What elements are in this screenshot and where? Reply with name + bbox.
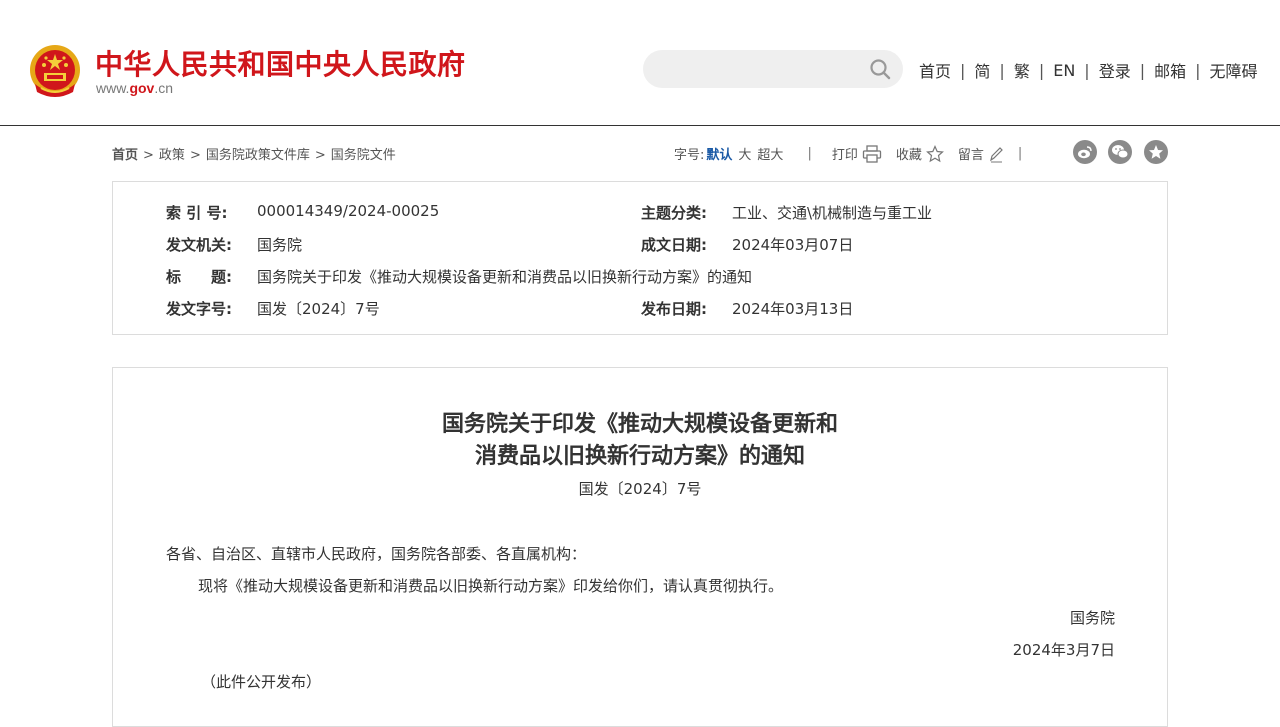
favorite-label: 收藏 [895, 148, 922, 163]
site-domain: www.gov.cn [96, 80, 173, 96]
doc-number-value: 国发〔2024〕7号 [257, 300, 380, 318]
nav-login[interactable]: 登录 [1099, 58, 1131, 82]
index-value: 000014349/2024-00025 [257, 202, 440, 220]
nav-simplified[interactable]: 简 [974, 58, 990, 82]
document-title-line-1: 国务院关于印发《推动大规模设备更新和 [441, 412, 838, 437]
share-qzone-button[interactable] [1144, 140, 1168, 164]
font-size-default[interactable]: 默认 [706, 144, 732, 163]
nav-separator: | [1084, 60, 1090, 80]
nav-accessibility[interactable]: 无障碍 [1210, 58, 1258, 82]
tools-divider: | [807, 146, 812, 161]
print-button[interactable]: 打印 [832, 144, 882, 163]
toolbar: 首页 > 政策 > 国务院政策文件库 > 国务院文件 字号: 默认 大 超大 | 打印 收藏… [0, 126, 1280, 180]
site-title[interactable]: 中华人民共和国中央人民政府 [95, 43, 466, 83]
issuer-label: 发文机关: [166, 236, 232, 254]
index-label: 索 引 号: [166, 204, 228, 222]
favorite-button[interactable]: 收藏 [896, 144, 944, 163]
breadcrumb-state-council-docs[interactable]: 国务院文件 [331, 148, 396, 163]
written-date-label: 成文日期: [641, 236, 707, 254]
breadcrumb-policy[interactable]: 政策 [159, 148, 185, 163]
nav-english[interactable]: EN [1053, 61, 1075, 80]
page-tools: 字号: 默认 大 超大 | 打印 收藏 留言 | [674, 144, 1022, 163]
written-date-value: 2024年03月07日 [732, 236, 854, 254]
search-box [643, 50, 903, 90]
nav-separator: | [960, 60, 966, 80]
breadcrumb-separator: > [143, 148, 154, 163]
comment-label: 留言 [957, 148, 984, 163]
title-label: 标 题: [166, 268, 232, 286]
topic-label: 主题分类: [641, 204, 707, 222]
signing-date: 2024年3月7日 [1012, 641, 1115, 659]
nav-separator: | [1038, 60, 1045, 80]
pencil-icon [989, 146, 1003, 162]
wechat-icon [1112, 145, 1129, 159]
domain-suffix: .cn [154, 80, 174, 96]
salutation: 各省、自治区、直辖市人民政府，国务院各部委、各直属机构： [166, 545, 587, 563]
body-paragraph: 现将《推动大规模设备更新和消费品以旧换新行动方案》印发给你们，请认真贯彻执行。 [198, 577, 784, 595]
search-input[interactable] [661, 50, 865, 90]
font-size-extra-large[interactable]: 超大 [757, 144, 783, 163]
publication-note: （此件公开发布） [201, 673, 322, 691]
breadcrumb-separator: > [314, 148, 326, 163]
breadcrumb-home[interactable]: 首页 [112, 148, 138, 163]
nav-home[interactable]: 首页 [919, 58, 951, 82]
domain-main: gov [129, 80, 155, 96]
top-nav: 首页 | 简 | 繁 | EN | 登录 | 邮箱 | 无障碍 [919, 58, 1258, 82]
tools-divider: | [1017, 146, 1023, 161]
font-size-label: 字号: [674, 148, 705, 163]
document-number: 国发〔2024〕7号 [578, 480, 702, 498]
document-title-line-2: 消费品以旧换新行动方案》的通知 [474, 444, 805, 469]
print-label: 打印 [831, 148, 858, 163]
nav-traditional[interactable]: 繁 [1014, 58, 1030, 82]
domain-prefix: www. [96, 80, 130, 96]
qzone-icon [1149, 145, 1163, 159]
font-size-large[interactable]: 大 [738, 144, 751, 163]
national-emblem-icon[interactable] [29, 44, 81, 100]
weibo-icon [1078, 146, 1092, 159]
comment-button[interactable]: 留言 [958, 144, 1004, 163]
star-icon [925, 144, 944, 162]
site-header: 中华人民共和国中央人民政府 www.gov.cn 首页 | 简 | 繁 | EN… [0, 0, 1280, 126]
publish-date-label: 发布日期: [641, 300, 707, 318]
publish-date-value: 2024年03月13日 [732, 300, 854, 318]
breadcrumb: 首页 > 政策 > 国务院政策文件库 > 国务院文件 [112, 144, 396, 163]
issuer-value: 国务院 [257, 236, 303, 254]
nav-separator: | [1195, 60, 1201, 80]
breadcrumb-policy-library[interactable]: 国务院政策文件库 [206, 148, 310, 163]
share-wechat-button[interactable] [1108, 140, 1132, 164]
document-content: 国务院关于印发《推动大规模设备更新和 消费品以旧换新行动方案》的通知 国发〔20… [112, 367, 1168, 727]
nav-mail[interactable]: 邮箱 [1154, 58, 1186, 82]
document-meta-table: 索 引 号: 000014349/2024-00025 主题分类: 工业、交通\… [112, 181, 1168, 335]
share-weibo-button[interactable] [1073, 140, 1097, 164]
search-icon[interactable] [869, 58, 891, 80]
topic-value: 工业、交通\机械制造与重工业 [732, 204, 933, 222]
printer-icon [862, 144, 881, 163]
nav-separator: | [999, 60, 1005, 80]
doc-number-label: 发文字号: [166, 300, 232, 318]
signer: 国务院 [1069, 609, 1115, 627]
title-value: 国务院关于印发《推动大规模设备更新和消费品以旧换新行动方案》的通知 [257, 268, 753, 286]
breadcrumb-separator: > [189, 148, 201, 163]
nav-separator: | [1139, 60, 1146, 80]
